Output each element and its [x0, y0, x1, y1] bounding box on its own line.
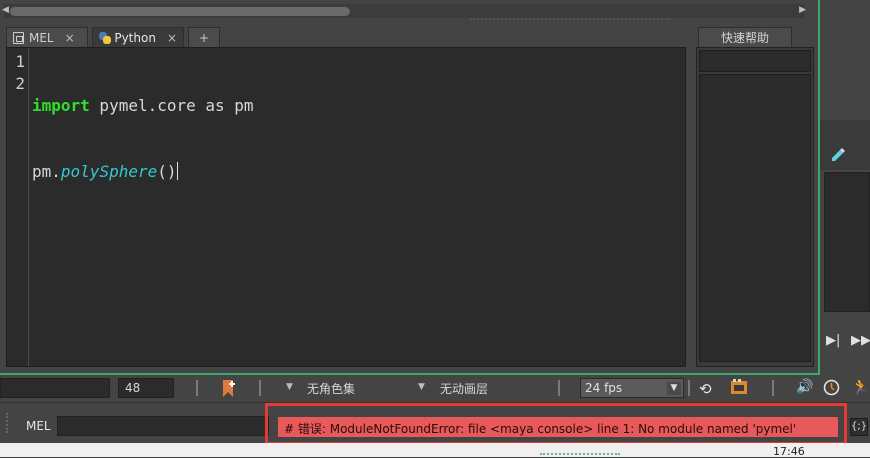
bookmark-icon[interactable] — [222, 379, 236, 398]
script-editor-window: ◀ ▶ MEL × Python × + 1 2 import pymel.co… — [0, 0, 820, 375]
speaker-icon[interactable]: 🔊 — [796, 379, 813, 395]
code-keyword: import — [32, 96, 90, 115]
code-object: pm. — [32, 162, 61, 181]
side-panel-list — [824, 172, 870, 312]
anim-layer-dropdown[interactable]: 无动画层 — [440, 380, 540, 397]
line-number: 2 — [15, 74, 25, 93]
separator — [688, 380, 690, 396]
range-end-field[interactable]: 48 — [118, 378, 174, 398]
code-function: polySphere — [60, 162, 158, 181]
fps-select[interactable]: 24 fps ▼ — [580, 378, 684, 398]
drag-handle[interactable] — [6, 413, 12, 433]
code-editor[interactable]: 1 2 import pymel.core as pm pm.polySpher… — [6, 47, 686, 367]
code-line-1[interactable]: import pymel.core as pm — [32, 95, 254, 117]
command-language-toggle[interactable]: MEL — [26, 419, 51, 433]
add-tab-label: + — [198, 30, 210, 45]
taskbar: 17:46 — [0, 443, 870, 458]
quick-help-panel — [696, 47, 814, 367]
separator — [772, 380, 774, 396]
scroll-right-icon[interactable]: ▶ — [799, 5, 806, 15]
separator — [259, 380, 261, 396]
pencil-icon[interactable] — [830, 146, 846, 162]
script-editor-button[interactable]: {;} — [850, 418, 868, 436]
horizontal-scrollbar[interactable]: ◀ ▶ — [2, 4, 806, 18]
command-line-bar: MEL # 错误: ModuleNotFoundError: file <may… — [0, 402, 870, 445]
command-result-error[interactable]: # 错误: ModuleNotFoundError: file <maya co… — [278, 417, 838, 437]
splitter-handle[interactable] — [470, 18, 670, 22]
code-line-2[interactable]: pm.polySphere() — [32, 161, 254, 183]
separator — [196, 380, 198, 396]
tab-mel-label: MEL — [29, 30, 54, 45]
scroll-left-icon[interactable]: ◀ — [2, 5, 9, 15]
clock-icon[interactable] — [823, 379, 840, 396]
tab-mel[interactable]: MEL × — [6, 27, 88, 47]
chevron-down-icon[interactable]: ▼ — [418, 382, 425, 392]
film-icon[interactable] — [730, 379, 748, 395]
fps-value: 24 fps — [585, 381, 623, 395]
text-caret — [176, 162, 178, 180]
main-window-side-panel — [820, 0, 870, 375]
range-start-field[interactable] — [0, 378, 110, 398]
close-icon[interactable]: × — [167, 31, 177, 45]
code-args: () — [157, 162, 177, 181]
scrollbar-thumb[interactable] — [10, 7, 350, 16]
line-number-gutter: 1 2 — [7, 48, 29, 366]
loop-icon[interactable]: ⟲ — [699, 380, 712, 398]
code-text[interactable]: import pymel.core as pm pm.polySphere() — [32, 51, 254, 227]
close-icon[interactable]: × — [65, 31, 75, 45]
chevron-down-icon[interactable]: ▼ — [667, 382, 681, 395]
code-import-target: pymel.core as pm — [89, 96, 254, 115]
character-set-dropdown[interactable]: 无角色集 — [307, 380, 411, 397]
side-panel-header — [820, 120, 870, 170]
chevron-down-icon[interactable]: ▼ — [286, 382, 293, 392]
quick-help-tab[interactable]: 快速帮助 — [698, 27, 792, 47]
tab-python[interactable]: Python × — [92, 27, 184, 47]
quick-help-search-input[interactable] — [699, 50, 811, 72]
python-icon — [99, 31, 112, 44]
mel-icon — [13, 31, 24, 44]
step-to-end-icon[interactable]: ▶| — [826, 333, 840, 348]
taskbar-clock[interactable]: 17:46 — [773, 445, 805, 458]
quick-help-title: 快速帮助 — [720, 31, 769, 45]
quick-help-list[interactable] — [699, 74, 811, 362]
tray-indicator — [540, 453, 620, 455]
separator — [558, 380, 560, 396]
next-key-icon[interactable]: ▶▶| — [851, 333, 870, 348]
command-input[interactable] — [57, 416, 269, 436]
line-number: 1 — [15, 52, 25, 71]
tab-python-label: Python — [114, 30, 156, 45]
add-tab-button[interactable]: + — [188, 27, 220, 47]
runner-icon[interactable]: 🏃 — [851, 378, 870, 396]
